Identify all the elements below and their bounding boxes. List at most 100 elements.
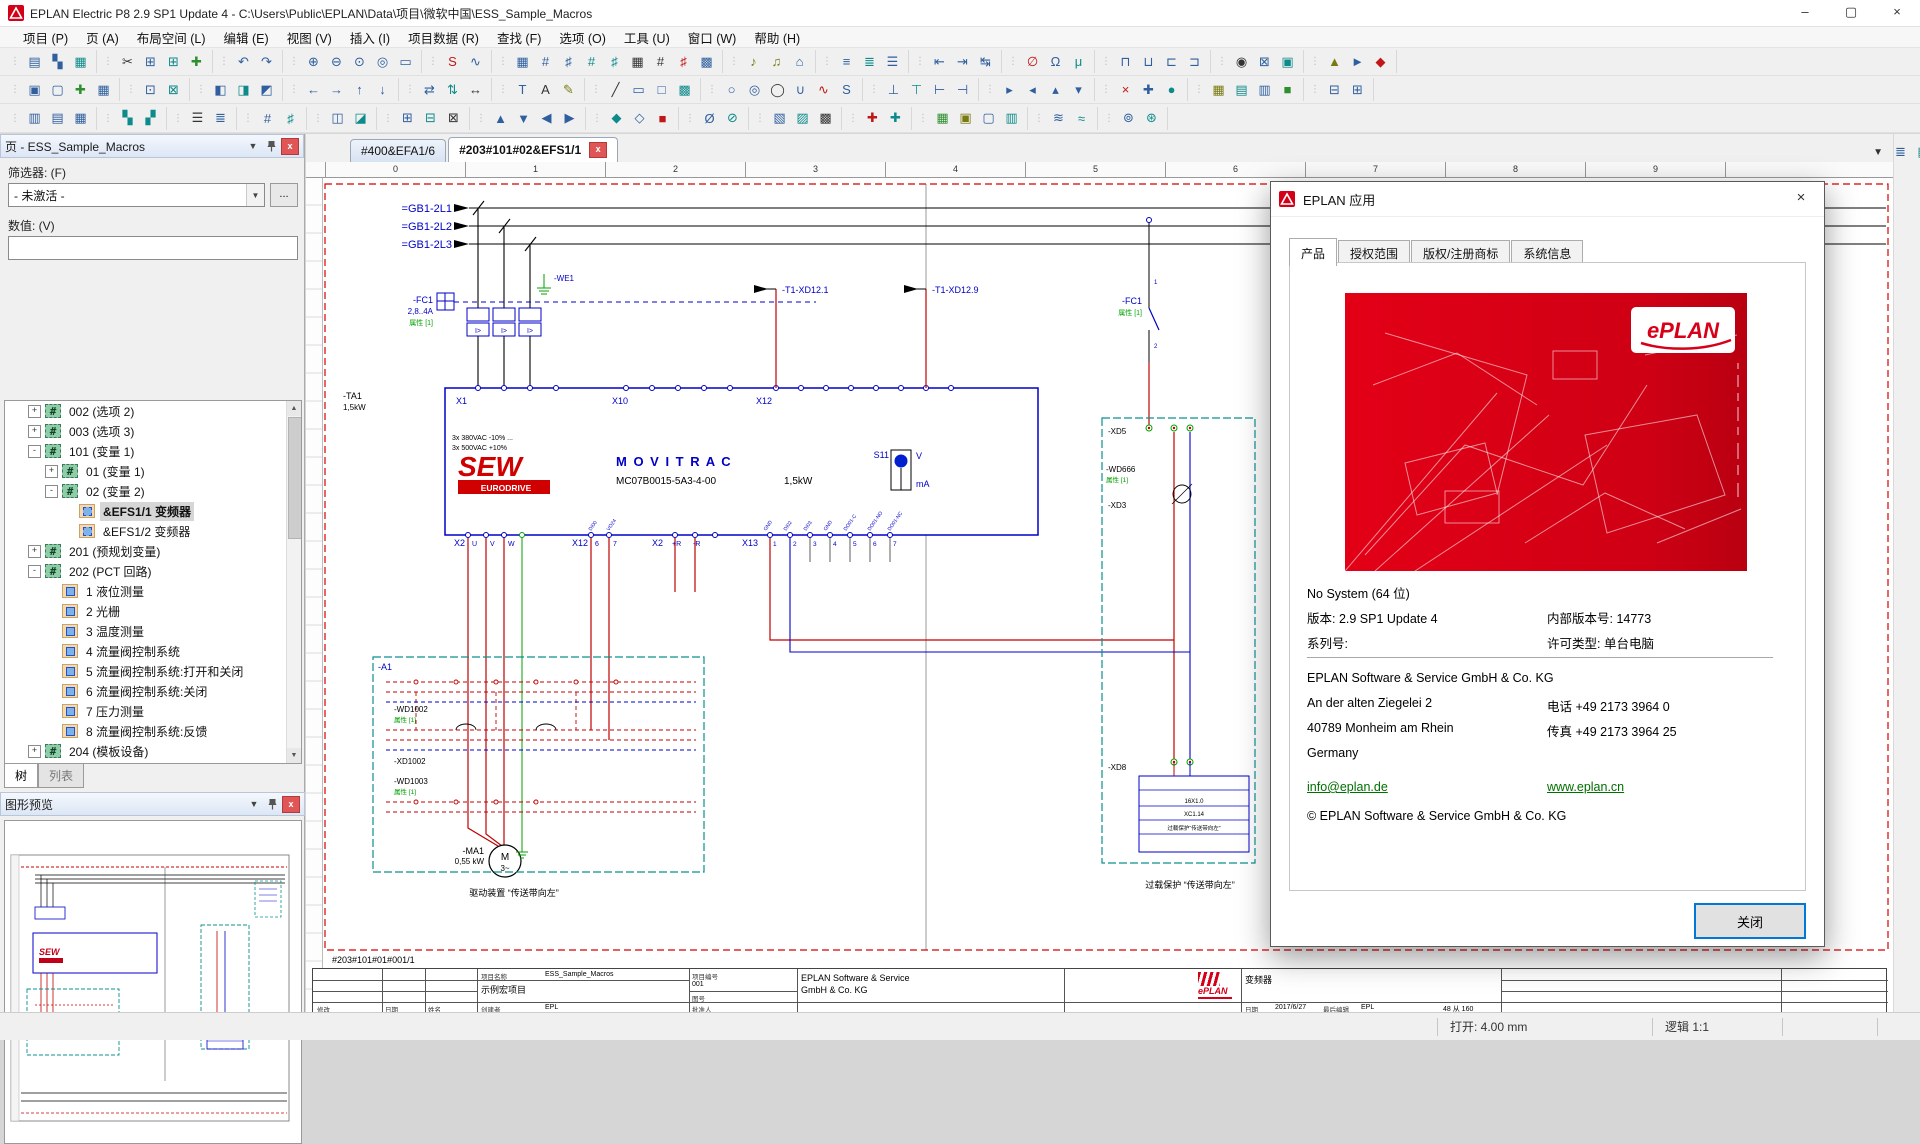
tree-item[interactable]: 4 流量阀控制系统 [5, 641, 301, 661]
toolbar-icon[interactable]: ⇥ [951, 50, 974, 73]
toolbar-icon[interactable]: ╱ [604, 78, 627, 101]
toolbar-icon[interactable]: ■ [1276, 78, 1299, 101]
toolbar-icon[interactable]: ↓ [371, 78, 394, 101]
tree-item[interactable]: 3 温度测量 [5, 621, 301, 641]
toolbar-icon[interactable]: ✚ [1137, 78, 1160, 101]
toolbar-icon[interactable]: ⇅ [441, 78, 464, 101]
toolbar-icon[interactable]: ▦ [1912, 140, 1920, 163]
pages-panel-header[interactable]: 页 - ESS_Sample_Macros ▼ x [0, 134, 304, 158]
toolbar-icon[interactable]: T [511, 78, 534, 101]
panel-pin-icon[interactable] [263, 139, 279, 154]
toolbar-icon[interactable]: ✚ [69, 78, 92, 101]
tree-item[interactable]: 1 液位测量 [5, 581, 301, 601]
chevron-down-icon[interactable]: ▼ [246, 184, 264, 206]
toolbar-icon[interactable]: ⊘ [721, 107, 744, 130]
toolbar-icon[interactable]: ⊕ [302, 50, 325, 73]
panel-tab-树[interactable]: 树 [4, 764, 39, 788]
toolbar-icon[interactable]: ◉ [1230, 50, 1253, 73]
toolbar-icon[interactable]: ⊔ [1137, 50, 1160, 73]
toolbar-icon[interactable]: ■ [651, 107, 674, 130]
tree-item[interactable]: 5 流量阀控制系统:打开和关闭 [5, 661, 301, 681]
tree-item[interactable]: + #01 (变量 1) [5, 461, 301, 481]
dialog-tab-产品[interactable]: 产品 [1289, 238, 1338, 266]
toolbar-icon[interactable]: ▸ [998, 78, 1021, 101]
editor-tab[interactable]: #203#101#02&EFS1/1 x [448, 137, 619, 162]
toolbar-icon[interactable]: ⊞ [396, 107, 419, 130]
toolbar-icon[interactable]: ◨ [232, 78, 255, 101]
toolbar-icon[interactable]: ◯ [766, 78, 789, 101]
toolbar-icon[interactable]: ● [1160, 78, 1183, 101]
toolbar-icon[interactable]: ⊞ [162, 50, 185, 73]
tree-item[interactable]: 7 压力测量 [5, 701, 301, 721]
toolbar-icon[interactable]: ◎ [371, 50, 394, 73]
toolbar-icon[interactable]: ⊞ [139, 50, 162, 73]
toolbar-icon[interactable]: ≣ [209, 107, 232, 130]
toolbar-icon[interactable]: ▚ [116, 107, 139, 130]
toolbar-icon[interactable]: ∿ [812, 78, 835, 101]
toolbar-icon[interactable]: ► [1346, 50, 1369, 73]
close-button[interactable]: × [1874, 0, 1920, 26]
menu-编辑[interactable]: 编辑 (E) [215, 28, 278, 47]
toolbar-icon[interactable]: ☰ [186, 107, 209, 130]
toolbar-icon[interactable]: ✎ [557, 78, 580, 101]
toolbar-icon[interactable]: ▩ [673, 78, 696, 101]
toolbar-icon[interactable]: ▧ [768, 107, 791, 130]
tab-overflow-chevron-icon[interactable]: ▼ [1873, 147, 1883, 158]
toolbar-icon[interactable]: ↑ [348, 78, 371, 101]
tree-item[interactable]: &EFS1/1 变频器 [5, 501, 301, 521]
toolbar-icon[interactable]: ▩ [814, 107, 837, 130]
toolbar-icon[interactable]: ♯ [672, 50, 695, 73]
email-link[interactable]: info@eplan.de [1307, 780, 1388, 794]
toolbar-icon[interactable]: ▩ [695, 50, 718, 73]
toolbar-icon[interactable]: ⊐ [1183, 50, 1206, 73]
toolbar-icon[interactable]: ▚ [46, 50, 69, 73]
toolbar-icon[interactable]: ☰ [881, 50, 904, 73]
toolbar-icon[interactable]: ▦ [92, 78, 115, 101]
menu-项目[interactable]: 项目 (P) [14, 28, 77, 47]
toolbar-icon[interactable]: ▢ [977, 107, 1000, 130]
toolbar-icon[interactable]: ▣ [23, 78, 46, 101]
toolbar-icon[interactable]: → [325, 78, 348, 101]
expand-icon[interactable]: + [28, 744, 41, 758]
menu-项目数据[interactable]: 项目数据 (R) [399, 28, 488, 47]
expand-icon[interactable]: + [28, 424, 41, 438]
toolbar-icon[interactable]: ▣ [1276, 50, 1299, 73]
editor-tab[interactable]: #400&EFA1/6 [350, 139, 447, 162]
toolbar-icon[interactable]: ▭ [394, 50, 417, 73]
toolbar-icon[interactable]: ▭ [627, 78, 650, 101]
toolbar-icon[interactable]: ≡ [835, 50, 858, 73]
toolbar-icon[interactable]: # [534, 50, 557, 73]
tree-item[interactable]: - #02 (变量 2) [5, 481, 301, 501]
menu-选项[interactable]: 选项 (O) [550, 28, 615, 47]
menu-查找[interactable]: 查找 (F) [488, 28, 550, 47]
toolbar-icon[interactable]: ▥ [1000, 107, 1023, 130]
toolbar-icon[interactable]: ✚ [884, 107, 907, 130]
menu-视图[interactable]: 视图 (V) [278, 28, 341, 47]
dialog-close-button[interactable]: 关闭 [1694, 903, 1806, 939]
toolbar-icon[interactable]: ▦ [1207, 78, 1230, 101]
toolbar-icon[interactable]: ▢ [46, 78, 69, 101]
toolbar-icon[interactable]: ∅ [1021, 50, 1044, 73]
toolbar-icon[interactable]: ⊙ [348, 50, 371, 73]
toolbar-icon[interactable]: ⊢ [928, 78, 951, 101]
toolbar-icon[interactable]: ∿ [464, 50, 487, 73]
website-link[interactable]: www.eplan.cn [1547, 780, 1624, 794]
toolbar-icon[interactable]: # [649, 50, 672, 73]
toolbar-icon[interactable]: ⊠ [442, 107, 465, 130]
tree-item[interactable]: &EFS1/2 变频器 [5, 521, 301, 541]
collapse-icon[interactable]: - [45, 484, 58, 498]
toolbar-icon[interactable]: ▨ [791, 107, 814, 130]
tree-scrollbar[interactable]: ▲ ▼ [286, 401, 301, 763]
toolbar-icon[interactable]: ◆ [605, 107, 628, 130]
toolbar-icon[interactable]: ▥ [1253, 78, 1276, 101]
toolbar-icon[interactable]: ⊣ [951, 78, 974, 101]
toolbar-icon[interactable]: ◫ [326, 107, 349, 130]
toolbar-icon[interactable]: # [256, 107, 279, 130]
toolbar-icon[interactable]: ≋ [1047, 107, 1070, 130]
filter-browse-button[interactable]: ... [270, 183, 298, 207]
menu-窗口[interactable]: 窗口 (W) [679, 28, 746, 47]
toolbar-icon[interactable]: ⊚ [1117, 107, 1140, 130]
toolbar-icon[interactable]: ▦ [931, 107, 954, 130]
toolbar-icon[interactable]: ▞ [139, 107, 162, 130]
toolbar-icon[interactable]: Ω [1044, 50, 1067, 73]
